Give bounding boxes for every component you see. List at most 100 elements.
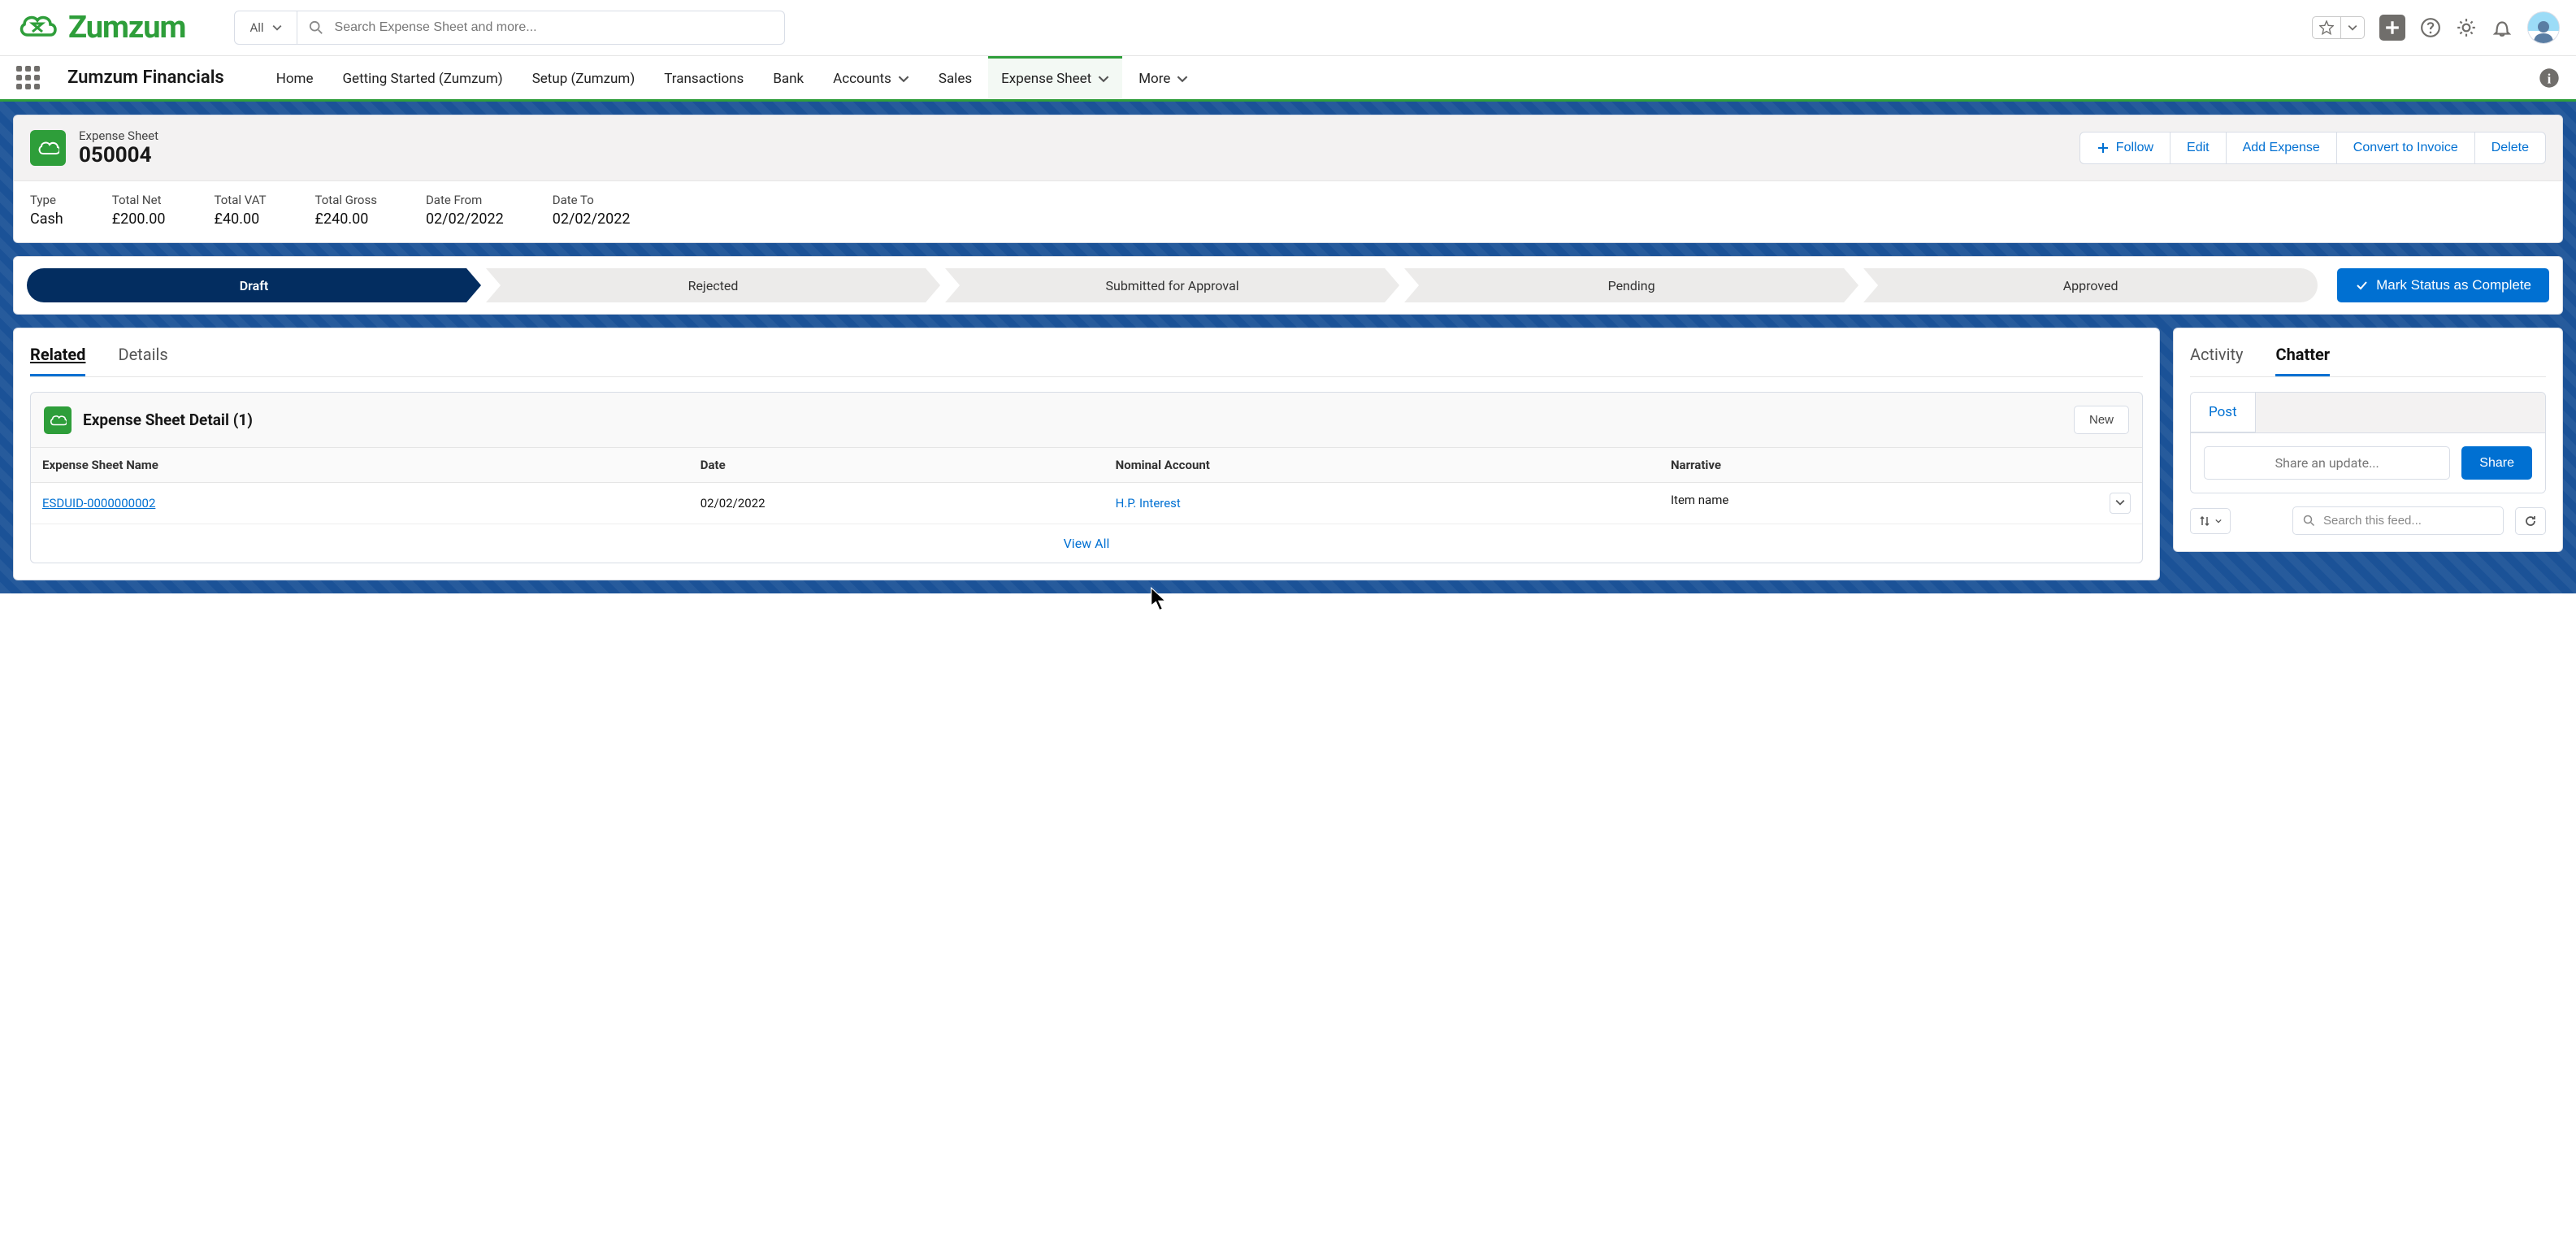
nav-item-bank[interactable]: Bank [760, 56, 817, 99]
right-tabs: Activity Chatter [2190, 345, 2546, 377]
svg-text:i: i [2548, 71, 2552, 86]
convert-to-invoice-button[interactable]: Convert to Invoice [2337, 132, 2475, 164]
record-name: 050004 [79, 143, 158, 167]
follow-button[interactable]: Follow [2079, 132, 2171, 164]
info-button[interactable]: i [2539, 67, 2560, 89]
path-step-rejected[interactable]: Rejected [486, 268, 940, 302]
path-step-submitted[interactable]: Submitted for Approval [945, 268, 1399, 302]
chevron-down-icon [2215, 519, 2222, 524]
chevron-down-icon [1177, 73, 1188, 85]
help-button[interactable] [2420, 17, 2441, 38]
cloud-icon [49, 413, 67, 428]
new-button[interactable]: New [2074, 406, 2129, 434]
path-step-draft[interactable]: Draft [27, 268, 481, 302]
left-panel: Related Details Expense Sheet Detail (1)… [13, 328, 2160, 580]
table-row: ESDUID-0000000002 02/02/2022 H.P. Intere… [31, 483, 2142, 524]
plus-icon [2382, 17, 2403, 38]
bell-icon [2491, 17, 2513, 38]
share-button[interactable]: Share [2461, 446, 2532, 480]
path: Draft Rejected Submitted for Approval Pe… [27, 268, 2318, 302]
related-table: Expense Sheet Name Date Nominal Account … [31, 447, 2142, 524]
expense-sheet-name-link[interactable]: ESDUID-0000000002 [42, 496, 155, 511]
record-highlight-fields: TypeCash Total Net£200.00 Total VAT£40.0… [14, 180, 2562, 242]
nav-item-sales[interactable]: Sales [926, 56, 985, 99]
path-card: Draft Rejected Submitted for Approval Pe… [13, 256, 2563, 315]
setup-button[interactable] [2456, 17, 2477, 38]
nav-item-transactions[interactable]: Transactions [651, 56, 757, 99]
record-object-label: Expense Sheet [79, 128, 158, 143]
field-date-to: Date To02/02/2022 [553, 193, 631, 228]
chevron-down-icon [2348, 23, 2357, 33]
chatter-toolbar [2190, 506, 2546, 535]
add-expense-button[interactable]: Add Expense [2227, 132, 2337, 164]
path-step-approved[interactable]: Approved [1863, 268, 2318, 302]
tab-details[interactable]: Details [118, 345, 167, 376]
edit-button[interactable]: Edit [2171, 132, 2227, 164]
search-box[interactable] [297, 11, 785, 45]
favorites-button[interactable] [2312, 16, 2365, 39]
record-context: Expense Sheet 050004 Follow Edit Add Exp… [0, 102, 2576, 593]
left-tabs: Related Details [30, 345, 2143, 377]
app-launcher-icon[interactable] [16, 66, 40, 89]
col-narrative[interactable]: Narrative [1659, 448, 2142, 483]
chevron-down-icon [272, 23, 282, 33]
search-scope-selector[interactable]: All [234, 11, 297, 45]
nav-item-more[interactable]: More [1125, 56, 1201, 99]
feed-search-input[interactable] [2323, 514, 2493, 528]
nav-item-expense-sheet[interactable]: Expense Sheet [988, 56, 1122, 99]
related-list-card: Expense Sheet Detail (1) New Expense She… [30, 392, 2143, 563]
search-scope-label: All [249, 20, 263, 35]
nav-item-accounts[interactable]: Accounts [820, 56, 922, 99]
col-date[interactable]: Date [689, 448, 1104, 483]
question-icon [2420, 17, 2441, 38]
share-update-input[interactable]: Share an update... [2204, 446, 2450, 480]
check-icon [2355, 279, 2368, 292]
tab-activity[interactable]: Activity [2190, 345, 2243, 376]
nav-item-home[interactable]: Home [263, 56, 327, 99]
col-expense-sheet-name[interactable]: Expense Sheet Name [31, 448, 689, 483]
feed-search[interactable] [2292, 506, 2504, 535]
global-search: All [234, 11, 2296, 45]
logo[interactable]: Zumzum [16, 10, 185, 46]
chevron-down-icon [2115, 497, 2125, 507]
global-add-button[interactable] [2379, 15, 2405, 41]
col-nominal-account[interactable]: Nominal Account [1104, 448, 1659, 483]
nominal-account-link[interactable]: H.P. Interest [1116, 496, 1181, 511]
nav-item-setup[interactable]: Setup (Zumzum) [519, 56, 648, 99]
global-header: Zumzum All [0, 0, 2576, 56]
related-list-title: Expense Sheet Detail (1) [83, 411, 253, 429]
sort-button[interactable] [2190, 508, 2231, 534]
app-nav-bar: Zumzum Financials Home Getting Started (… [0, 56, 2576, 102]
logo-cloud-icon [16, 11, 60, 45]
sort-icon [2199, 515, 2210, 527]
refresh-icon [2524, 515, 2537, 528]
notifications-button[interactable] [2491, 17, 2513, 38]
nav-item-getting-started[interactable]: Getting Started (Zumzum) [329, 56, 515, 99]
record-header-card: Expense Sheet 050004 Follow Edit Add Exp… [13, 115, 2563, 243]
chatter-composer: Post Share an update... Share [2190, 392, 2546, 493]
view-all-link[interactable]: View All [31, 524, 2142, 563]
post-tab[interactable]: Post [2191, 393, 2256, 432]
search-input[interactable] [335, 20, 773, 35]
chevron-down-icon [1098, 73, 1109, 85]
search-icon [2303, 515, 2315, 527]
user-avatar[interactable] [2527, 11, 2560, 44]
tab-related[interactable]: Related [30, 345, 85, 376]
field-total-vat: Total VAT£40.00 [215, 193, 267, 228]
gear-icon [2456, 17, 2477, 38]
mark-complete-button[interactable]: Mark Status as Complete [2337, 268, 2549, 302]
cell-date: 02/02/2022 [700, 496, 765, 511]
tab-chatter[interactable]: Chatter [2275, 345, 2330, 376]
related-list-icon [44, 406, 72, 434]
star-icon [2319, 20, 2334, 35]
right-panel: Activity Chatter Post Share an update...… [2173, 328, 2563, 552]
record-icon [30, 130, 66, 166]
delete-button[interactable]: Delete [2475, 132, 2546, 164]
nav-items: Home Getting Started (Zumzum) Setup (Zum… [263, 56, 2516, 99]
refresh-button[interactable] [2515, 507, 2546, 535]
field-date-from: Date From02/02/2022 [426, 193, 504, 228]
path-step-pending[interactable]: Pending [1404, 268, 1858, 302]
info-icon: i [2539, 67, 2560, 89]
app-name: Zumzum Financials [67, 67, 224, 88]
row-actions-menu[interactable] [2110, 493, 2131, 514]
